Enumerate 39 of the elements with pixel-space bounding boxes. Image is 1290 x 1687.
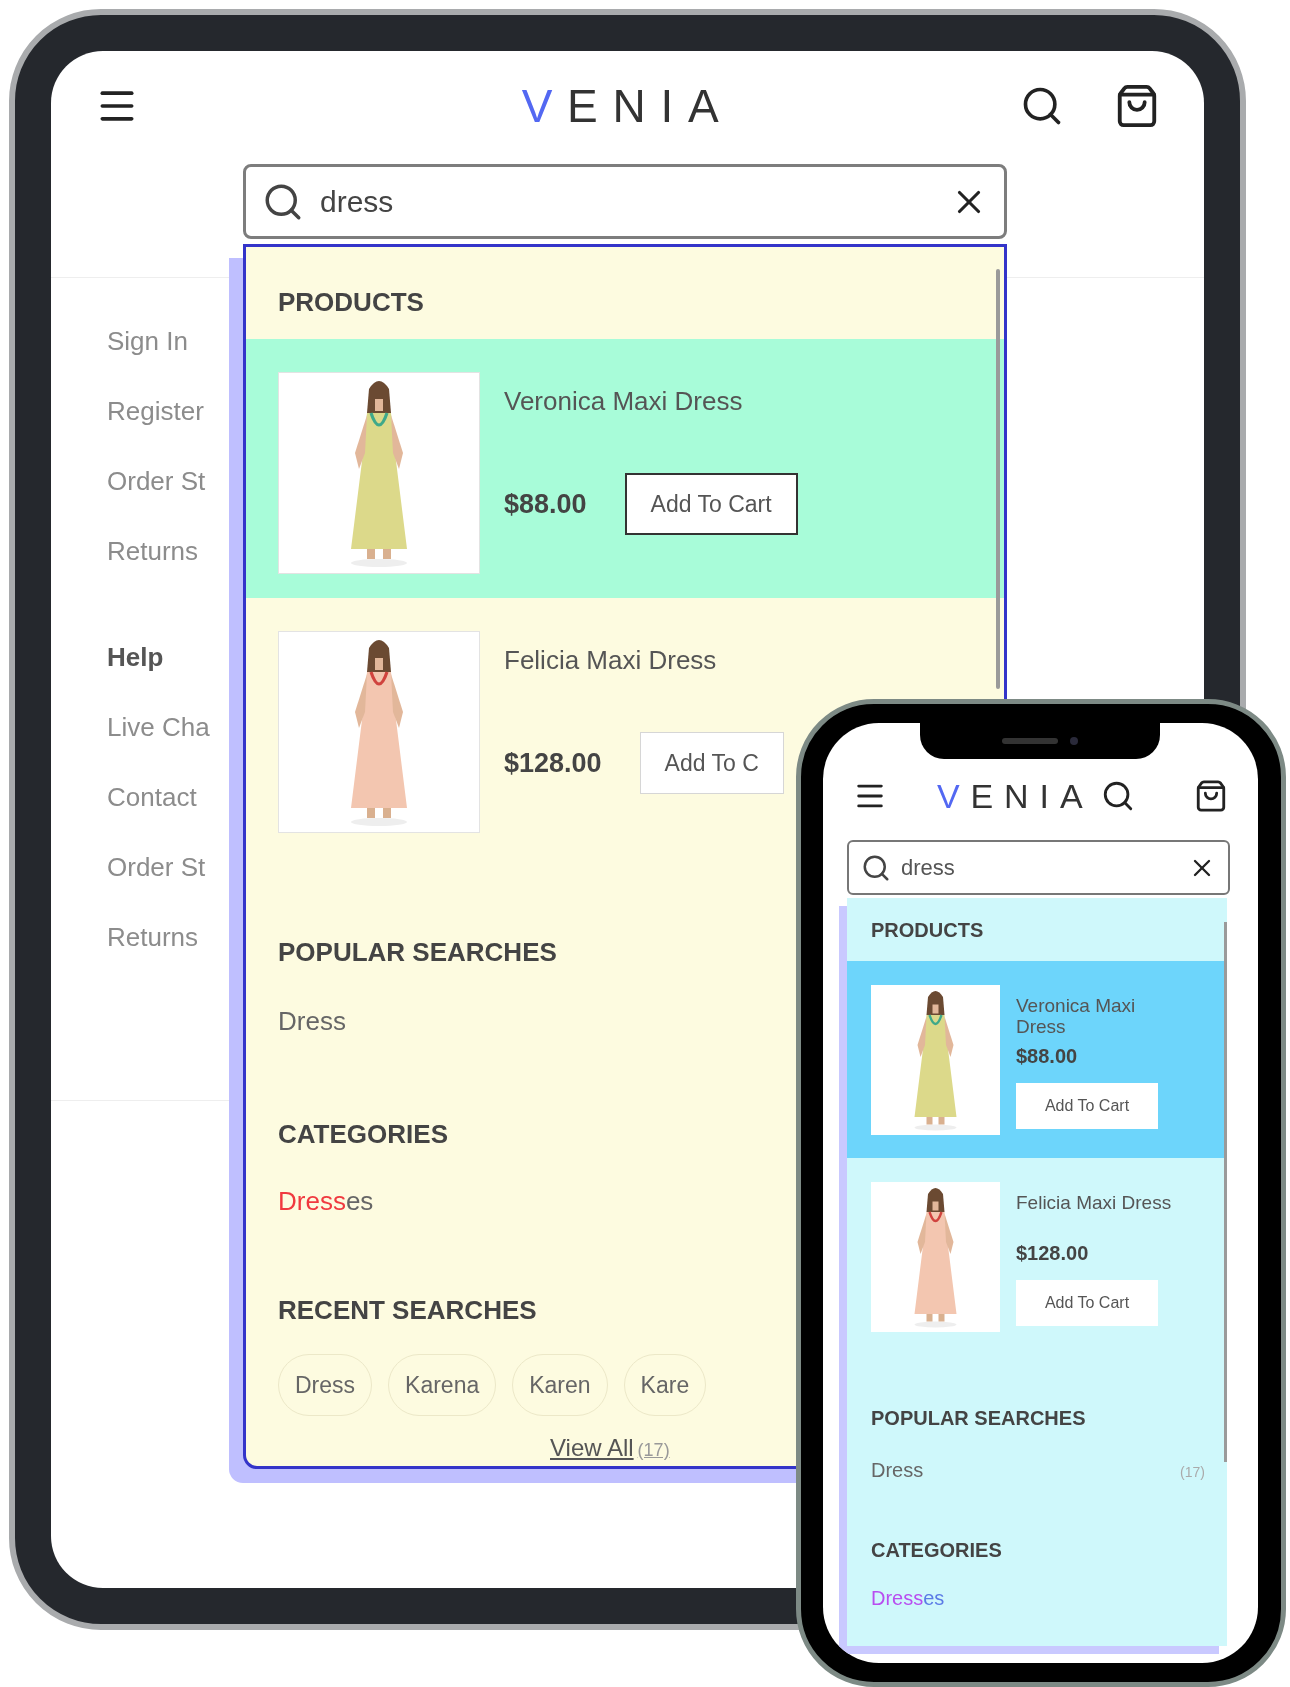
- shopping-bag-icon[interactable]: [1194, 779, 1228, 813]
- product-price: $128.00: [1016, 1241, 1090, 1266]
- product-name[interactable]: Veronica Maxi Dress: [1016, 995, 1184, 1037]
- search-input[interactable]: dress: [320, 179, 934, 224]
- result-count: (17): [637, 1439, 670, 1462]
- product-name[interactable]: Felicia Maxi Dress: [504, 641, 784, 681]
- section-heading: CATEGORIES: [871, 1538, 1003, 1563]
- product-row[interactable]: Veronica Maxi Dress $88.00 Add To Cart: [246, 339, 1004, 599]
- product-name[interactable]: Veronica Maxi Dress: [504, 382, 798, 422]
- search-field[interactable]: dress: [847, 840, 1230, 895]
- result-count: (17): [1180, 1463, 1205, 1482]
- sidebar-heading: Help: [107, 640, 165, 674]
- logo[interactable]: V ENIA: [521, 71, 734, 141]
- section-heading: RECENT SEARCHES: [278, 1294, 538, 1327]
- search-field[interactable]: dress: [243, 164, 1007, 239]
- recent-search-chip[interactable]: Dress: [278, 1354, 373, 1416]
- section-heading: POPULAR SEARCHES: [278, 936, 558, 969]
- add-to-cart-button[interactable]: Add To Cart: [1016, 1280, 1158, 1326]
- product-price: $88.00: [1016, 1044, 1079, 1069]
- scrollbar[interactable]: [1224, 922, 1227, 1462]
- add-to-cart-button[interactable]: Add To Cart: [1016, 1083, 1158, 1129]
- product-name[interactable]: Felicia Maxi Dress: [1016, 1192, 1184, 1234]
- section-heading: POPULAR SEARCHES: [871, 1406, 1087, 1431]
- add-to-cart-button[interactable]: Add To Cart: [624, 473, 798, 536]
- view-all-link[interactable]: View All: [550, 1430, 634, 1466]
- product-price: $128.00: [504, 746, 602, 780]
- popular-search-link[interactable]: Dress: [871, 1455, 924, 1485]
- section-heading: PRODUCTS: [278, 285, 424, 319]
- recent-search-chip[interactable]: Kare: [623, 1354, 707, 1416]
- category-link[interactable]: Dresses: [278, 1182, 374, 1221]
- section-heading: PRODUCTS: [871, 917, 984, 943]
- recent-search-chip[interactable]: Karen: [512, 1354, 608, 1416]
- recent-search-chip[interactable]: Karena: [388, 1354, 497, 1416]
- category-link[interactable]: Dresses: [871, 1583, 945, 1613]
- section-heading: CATEGORIES: [278, 1118, 449, 1151]
- product-price: $88.00: [504, 488, 587, 522]
- add-to-cart-button[interactable]: Add To C: [639, 732, 784, 795]
- product-row[interactable]: Veronica Maxi Dress $88.00 Add To Cart: [847, 961, 1227, 1158]
- scrollbar[interactable]: [996, 269, 1000, 689]
